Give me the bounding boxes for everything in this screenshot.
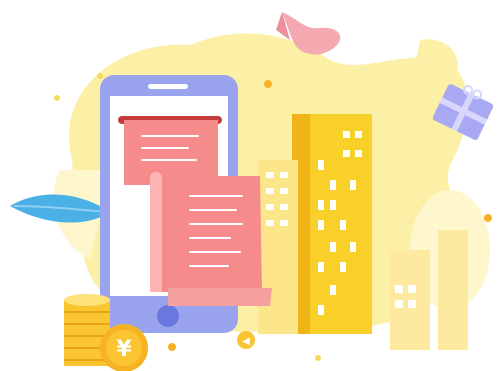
small-coin-symbol: ◀ xyxy=(242,336,250,347)
small-coin-icon: ◀ xyxy=(237,331,255,349)
yen-symbol: ¥ xyxy=(116,337,132,362)
finance-illustration: ¥ ◀ xyxy=(10,12,494,371)
yen-coin-icon: ¥ xyxy=(100,324,148,371)
